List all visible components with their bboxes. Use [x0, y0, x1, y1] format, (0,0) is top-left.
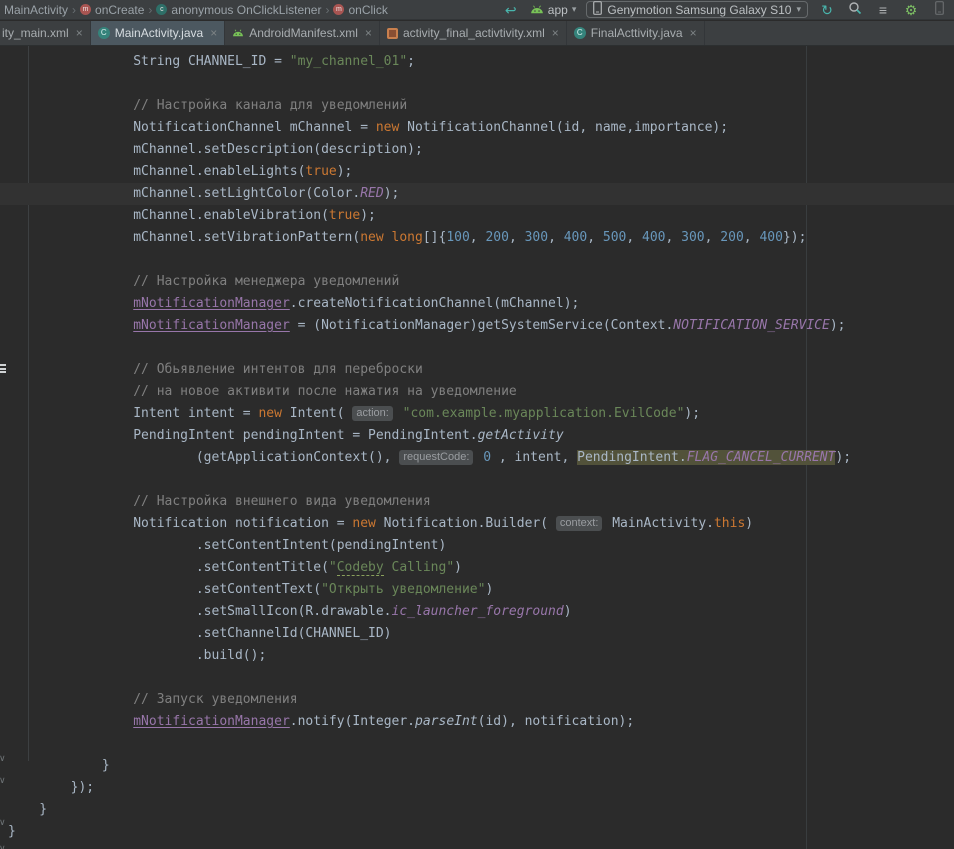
tab-AndroidManifest.xml[interactable]: AndroidManifest.xml × [225, 21, 380, 45]
tab-ity_main.xml[interactable]: ity_main.xml × [0, 21, 91, 45]
device-selector[interactable]: Genymotion Samsung Galaxy S10 ▾ [586, 1, 808, 18]
tab-activity_final_activtivity.xml[interactable]: activity_final_activtivity.xml × [380, 21, 567, 45]
code-line[interactable]: // Настройка менеджера уведомлений [8, 271, 954, 293]
close-icon[interactable]: × [210, 26, 217, 40]
layout-file-icon [387, 28, 398, 39]
breadcrumb-label: MainActivity [4, 3, 68, 17]
device-manager-icon[interactable] [930, 1, 948, 19]
close-icon[interactable]: × [690, 26, 697, 40]
chevron-down-icon: ▾ [796, 4, 801, 15]
navigate-back-icon[interactable]: ↩ [502, 1, 520, 19]
class-icon: c [156, 4, 167, 15]
code-line[interactable]: } [8, 799, 954, 821]
code-line[interactable]: mChannel.enableVibration(true); [8, 205, 954, 227]
code-line[interactable] [8, 733, 954, 755]
fold-marker[interactable]: ∨ [0, 753, 6, 764]
java-class-icon: C [574, 27, 586, 39]
tab-label: ity_main.xml [2, 26, 69, 40]
code-line[interactable]: .setSmallIcon(R.drawable.ic_launcher_for… [8, 601, 954, 623]
code-line[interactable]: // Настройка канала для уведомлений [8, 95, 954, 117]
close-icon[interactable]: × [552, 26, 559, 40]
breadcrumb-label: onClick [348, 3, 387, 17]
code-line[interactable]: Notification notification = new Notifica… [8, 513, 954, 535]
close-icon[interactable]: × [365, 26, 372, 40]
tab-label: activity_final_activtivity.xml [403, 26, 545, 40]
breadcrumb-separator-icon: › [325, 3, 329, 17]
code-line[interactable]: mNotificationManager.createNotificationC… [8, 293, 954, 315]
tab-label: AndroidManifest.xml [249, 26, 358, 40]
chevron-down-icon: ▾ [572, 4, 577, 15]
code-line[interactable]: NotificationChannel mChannel = new Notif… [8, 117, 954, 139]
breadcrumb-item[interactable]: m onCreate [80, 3, 144, 17]
code-area[interactable]: String CHANNEL_ID = "my_channel_01"; // … [0, 46, 954, 843]
code-line[interactable]: .setContentTitle("Codeby Calling") [8, 557, 954, 579]
device-label: Genymotion Samsung Galaxy S10 [607, 3, 791, 17]
code-line[interactable]: }); [8, 777, 954, 799]
fold-marker[interactable]: ∨ [0, 843, 6, 849]
method-icon: m [80, 4, 91, 15]
breadcrumb-item[interactable]: c anonymous OnClickListener [156, 3, 321, 17]
java-class-icon: C [98, 27, 110, 39]
close-icon[interactable]: × [76, 26, 83, 40]
code-line[interactable]: // Запуск уведомления [8, 689, 954, 711]
method-icon: m [333, 4, 344, 15]
code-line[interactable]: mChannel.setDescription(description); [8, 139, 954, 161]
editor-tabs: ity_main.xml×CMainActivity.java×AndroidM… [0, 21, 954, 46]
breadcrumb-item[interactable]: m onClick [333, 3, 387, 17]
code-line[interactable]: .build(); [8, 645, 954, 667]
code-line[interactable]: } [8, 821, 954, 843]
code-line[interactable]: PendingIntent pendingIntent = PendingInt… [8, 425, 954, 447]
breadcrumbs: MainActivity › m onCreate › c anonymous OnClic… [0, 3, 388, 17]
code-line[interactable]: .setContentText("Открыть уведомление") [8, 579, 954, 601]
code-line[interactable]: mChannel.enableLights(true); [8, 161, 954, 183]
code-line[interactable]: } [8, 755, 954, 777]
android-icon [232, 26, 244, 40]
settings-gear-icon[interactable]: ⚙ [902, 1, 920, 19]
code-line[interactable]: mNotificationManager.notify(Integer.pars… [8, 711, 954, 733]
code-line[interactable]: mChannel.setVibrationPattern(new long[]{… [8, 227, 954, 249]
code-line[interactable] [8, 337, 954, 359]
main-toolbar: MainActivity › m onCreate › c anonymous OnClic… [0, 0, 954, 20]
code-line[interactable]: mChannel.setLightColor(Color.RED); [8, 183, 954, 205]
breadcrumb-label: onCreate [95, 3, 144, 17]
toolbar-actions: ↩ app ▾ Genymotion Samsung [502, 0, 954, 20]
parameter-hint: context: [556, 516, 603, 531]
breadcrumb-item[interactable]: MainActivity [4, 3, 68, 17]
code-line[interactable]: String CHANNEL_ID = "my_channel_01"; [8, 51, 954, 73]
search-icon[interactable] [846, 1, 864, 19]
tab-label: MainActivity.java [115, 26, 203, 40]
todo-list-icon[interactable]: ≡ [874, 1, 892, 19]
code-line[interactable]: Intent intent = new Intent( action: "com… [8, 403, 954, 425]
tab-MainActivity.java[interactable]: C MainActivity.java × [91, 21, 226, 45]
run-configuration-selector[interactable]: app ▾ [530, 3, 577, 17]
gutter-marker [0, 364, 6, 373]
fold-marker[interactable]: ∨ [0, 817, 6, 828]
code-line[interactable] [8, 73, 954, 95]
code-line[interactable]: // Настройка внешнего вида уведомления [8, 491, 954, 513]
breadcrumb-label: anonymous OnClickListener [171, 3, 321, 17]
code-editor[interactable]: ∨ ∨ ∨ ∨ String CHANNEL_ID = "my_channel_… [0, 46, 954, 849]
code-line[interactable]: // Обьявление интентов для переброски [8, 359, 954, 381]
code-line[interactable] [8, 667, 954, 689]
code-line[interactable]: .setContentIntent(pendingIntent) [8, 535, 954, 557]
tab-label: FinalActtivity.java [591, 26, 683, 40]
parameter-hint: action: [352, 406, 392, 421]
code-line[interactable]: // на новое активити после нажатия на ув… [8, 381, 954, 403]
run-configuration-label: app [548, 3, 568, 17]
breadcrumb-separator-icon: › [72, 3, 76, 17]
fold-marker[interactable]: ∨ [0, 775, 6, 786]
parameter-hint: requestCode: [399, 450, 473, 465]
code-line[interactable] [8, 469, 954, 491]
phone-icon [593, 1, 602, 18]
code-line[interactable]: mNotificationManager = (NotificationMana… [8, 315, 954, 337]
tab-FinalActtivity.java[interactable]: C FinalActtivity.java × [567, 21, 705, 45]
code-line[interactable]: (getApplicationContext(), requestCode: 0… [8, 447, 954, 469]
sync-icon[interactable]: ↻ [818, 1, 836, 19]
android-icon [530, 3, 544, 17]
code-line[interactable]: .setChannelId(CHANNEL_ID) [8, 623, 954, 645]
code-line[interactable] [8, 249, 954, 271]
breadcrumb-separator-icon: › [148, 3, 152, 17]
